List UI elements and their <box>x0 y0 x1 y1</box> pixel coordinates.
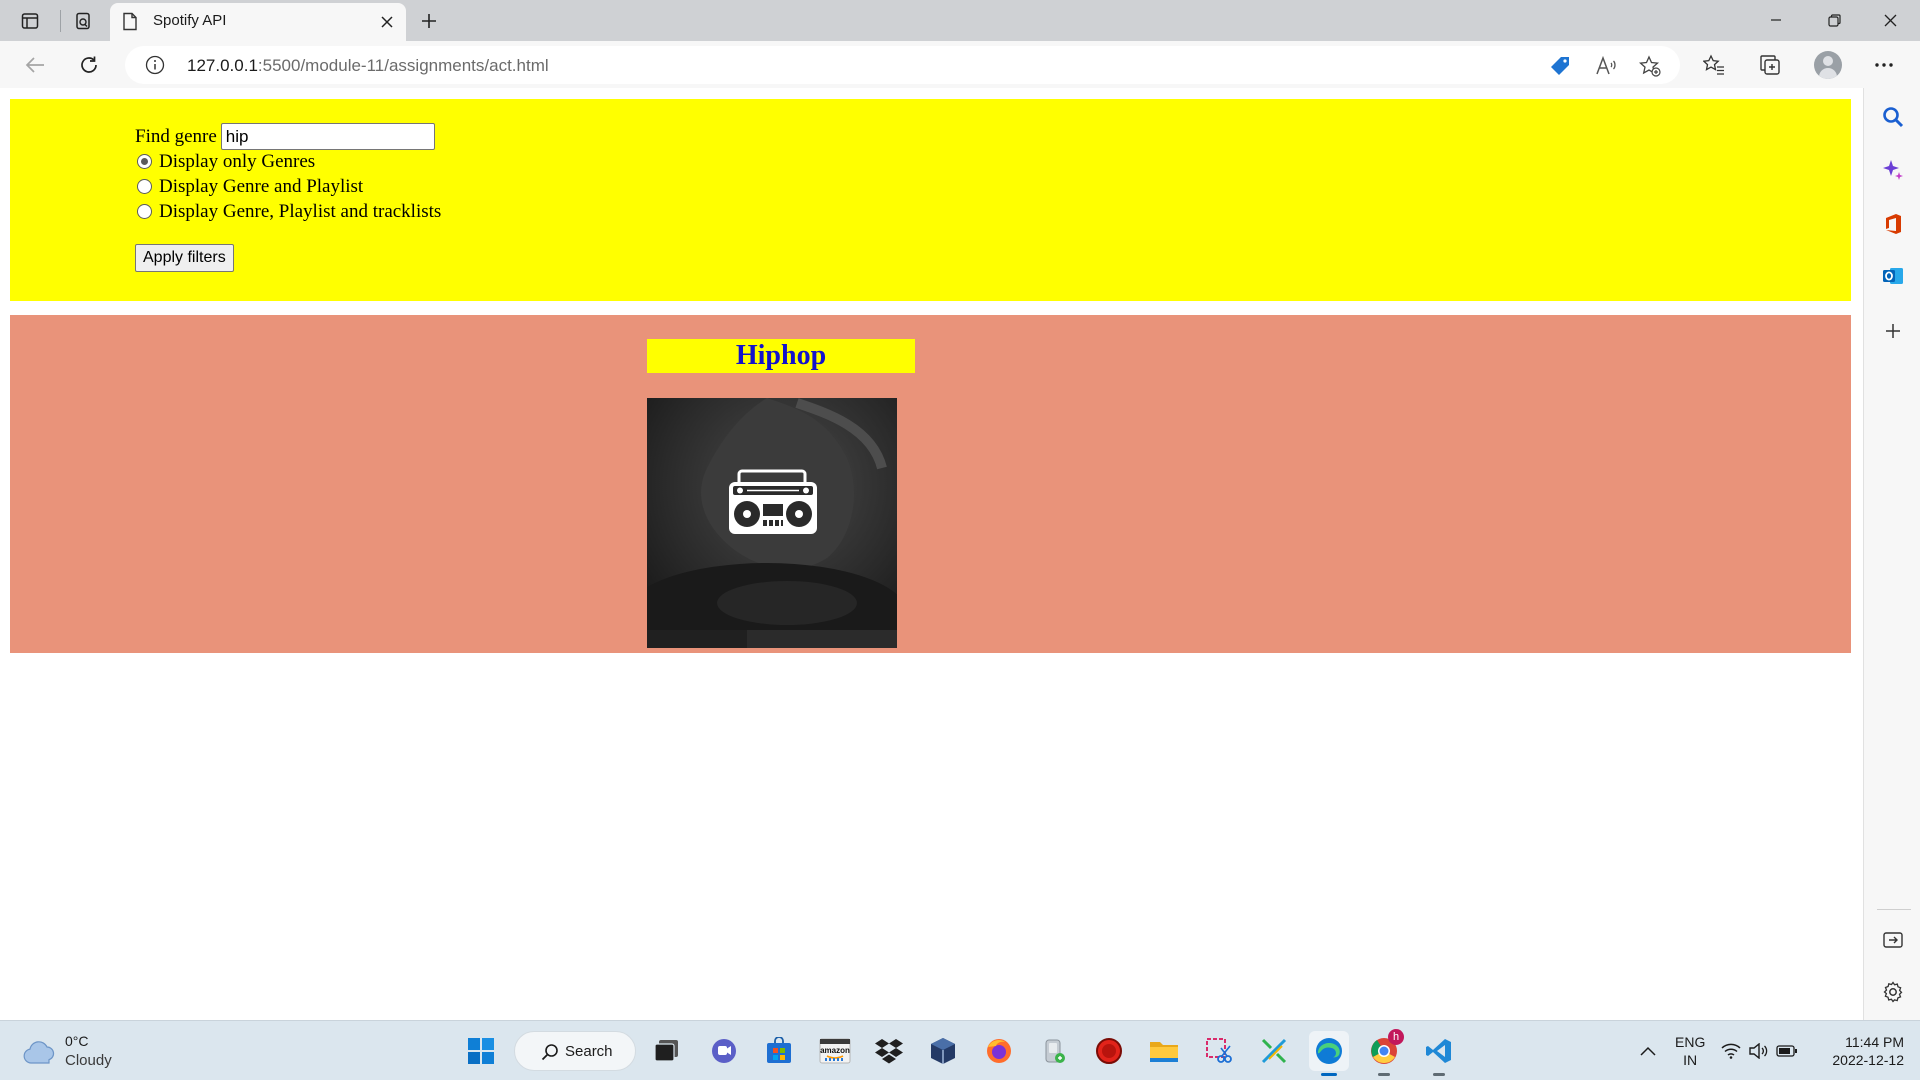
running-app-indicator <box>1433 1073 1445 1076</box>
weather-condition: Cloudy <box>65 1052 112 1069</box>
chrome-icon[interactable]: h <box>1364 1029 1404 1076</box>
wifi-icon[interactable] <box>1718 1031 1744 1071</box>
radio-label-genres: Display only Genres <box>159 150 316 172</box>
filter-form: Find genre Display only Genres Display G… <box>135 123 441 272</box>
search-label: Search <box>565 1043 613 1060</box>
radio-option-genres[interactable]: Display only Genres <box>135 149 441 174</box>
snip-sketch-icon[interactable] <box>1254 1031 1294 1071</box>
add-sidebar-app-icon[interactable] <box>1878 316 1908 346</box>
page-icon <box>122 12 138 36</box>
svg-text:amazon: amazon <box>820 1046 850 1055</box>
find-genre-label: Find genre <box>135 125 217 147</box>
firefox-icon[interactable] <box>979 1031 1019 1071</box>
active-app-indicator <box>1321 1073 1337 1076</box>
settings-gear-icon[interactable] <box>1878 977 1908 1007</box>
radio-button-genre-playlist[interactable] <box>137 179 152 194</box>
read-aloud-icon[interactable] <box>1593 53 1619 79</box>
refresh-button[interactable] <box>72 49 106 81</box>
amazon-icon[interactable]: amazon <box>815 1031 855 1071</box>
tab-title: Spotify API <box>153 12 227 29</box>
office-icon[interactable] <box>1878 209 1908 239</box>
cloud-icon <box>23 1041 55 1064</box>
edge-browser-icon[interactable] <box>1309 1031 1349 1076</box>
windows-start-icon[interactable] <box>461 1031 501 1071</box>
collections-icon[interactable] <box>1754 49 1786 81</box>
search-icon[interactable] <box>1878 102 1908 132</box>
screen-recorder-icon[interactable] <box>1089 1031 1129 1071</box>
language-code: ENG <box>1675 1034 1706 1050</box>
virtualbox-icon[interactable] <box>923 1031 963 1071</box>
new-tab-button[interactable] <box>414 6 444 36</box>
radio-option-genre-playlist[interactable]: Display Genre and Playlist <box>135 174 441 199</box>
genre-title: Hiphop <box>647 339 915 373</box>
region-code: IN <box>1683 1052 1698 1068</box>
radio-label-genre-playlist: Display Genre and Playlist <box>159 175 364 197</box>
web-page: Find genre Display only Genres Display G… <box>0 88 1862 1020</box>
snipping-tool-icon[interactable] <box>1199 1031 1239 1071</box>
tab-divider <box>60 10 61 32</box>
filter-panel: Find genre Display only Genres Display G… <box>10 99 1851 301</box>
edge-sidebar <box>1863 88 1920 1020</box>
dropbox-icon[interactable] <box>869 1031 909 1071</box>
more-options-icon[interactable] <box>1868 49 1900 81</box>
chrome-profile-badge: h <box>1388 1029 1404 1045</box>
volume-icon[interactable] <box>1746 1031 1772 1071</box>
hide-sidebar-icon[interactable] <box>1878 925 1908 955</box>
tab-spotify-api[interactable]: Spotify API <box>110 3 406 41</box>
battery-icon[interactable] <box>1774 1031 1800 1071</box>
results-panel: Hiphop <box>10 315 1851 653</box>
clock-date: 2022-12-12 <box>1832 1052 1904 1068</box>
tab-actions-icon[interactable] <box>15 7 45 35</box>
show-hidden-icons-chevron-icon[interactable] <box>1628 1031 1668 1071</box>
windows-taskbar: 0°C Cloudy Search amazon h ENG IN 11:44 … <box>0 1020 1920 1080</box>
apply-filters-button[interactable]: Apply filters <box>135 244 234 272</box>
browser-toolbar: 127.0.0.1:5500/module-11/assignments/act… <box>0 41 1920 88</box>
weather-temperature: 0°C <box>65 1033 89 1049</box>
tab-bar: Spotify API <box>0 0 1920 41</box>
disk-cleanup-icon[interactable] <box>1034 1031 1074 1071</box>
copilot-icon[interactable] <box>1878 155 1908 185</box>
url-text: 127.0.0.1:5500/module-11/assignments/act… <box>187 56 549 76</box>
radio-option-genre-playlist-tracklists[interactable]: Display Genre, Playlist and tracklists <box>135 199 441 224</box>
site-info-icon[interactable] <box>145 55 165 80</box>
sidebar-divider <box>1877 909 1911 910</box>
shopping-tag-icon[interactable] <box>1547 53 1573 79</box>
add-favorite-icon[interactable] <box>1637 53 1663 79</box>
favorites-icon[interactable] <box>1698 49 1730 81</box>
url-path: :5500/module-11/assignments/act.html <box>257 56 549 75</box>
radio-button-genres[interactable] <box>137 154 152 169</box>
task-view-icon[interactable] <box>647 1031 687 1071</box>
microsoft-store-icon[interactable] <box>759 1031 799 1071</box>
language-indicator[interactable]: ENG IN <box>1675 1033 1705 1069</box>
running-app-indicator <box>1378 1073 1390 1076</box>
minimize-button[interactable] <box>1748 0 1804 40</box>
clock[interactable]: 11:44 PM 2022-12-12 <box>1828 1033 1904 1069</box>
clock-time: 11:44 PM <box>1845 1034 1904 1050</box>
radio-label-genre-playlist-tracklists: Display Genre, Playlist and tracklists <box>159 200 442 222</box>
search-icon <box>541 1043 559 1066</box>
teams-chat-icon[interactable] <box>704 1031 744 1071</box>
close-window-button[interactable] <box>1862 0 1918 40</box>
radio-button-genre-playlist-tracklists[interactable] <box>137 204 152 219</box>
genre-cover-image[interactable] <box>647 398 897 648</box>
tab-close-icon[interactable] <box>374 9 400 35</box>
taskbar-search-box[interactable]: Search <box>514 1031 636 1071</box>
profile-avatar[interactable] <box>1814 51 1842 79</box>
back-button[interactable] <box>18 49 52 81</box>
address-bar[interactable]: 127.0.0.1:5500/module-11/assignments/act… <box>125 46 1680 84</box>
genre-search-input[interactable] <box>220 123 435 150</box>
find-genre-row: Find genre <box>135 123 441 150</box>
workspaces-icon[interactable] <box>68 7 98 35</box>
outlook-icon[interactable] <box>1878 261 1908 291</box>
url-host: 127.0.0.1 <box>187 56 258 75</box>
file-explorer-icon[interactable] <box>1144 1031 1184 1071</box>
restore-button[interactable] <box>1806 0 1862 40</box>
vscode-icon[interactable] <box>1419 1031 1459 1076</box>
